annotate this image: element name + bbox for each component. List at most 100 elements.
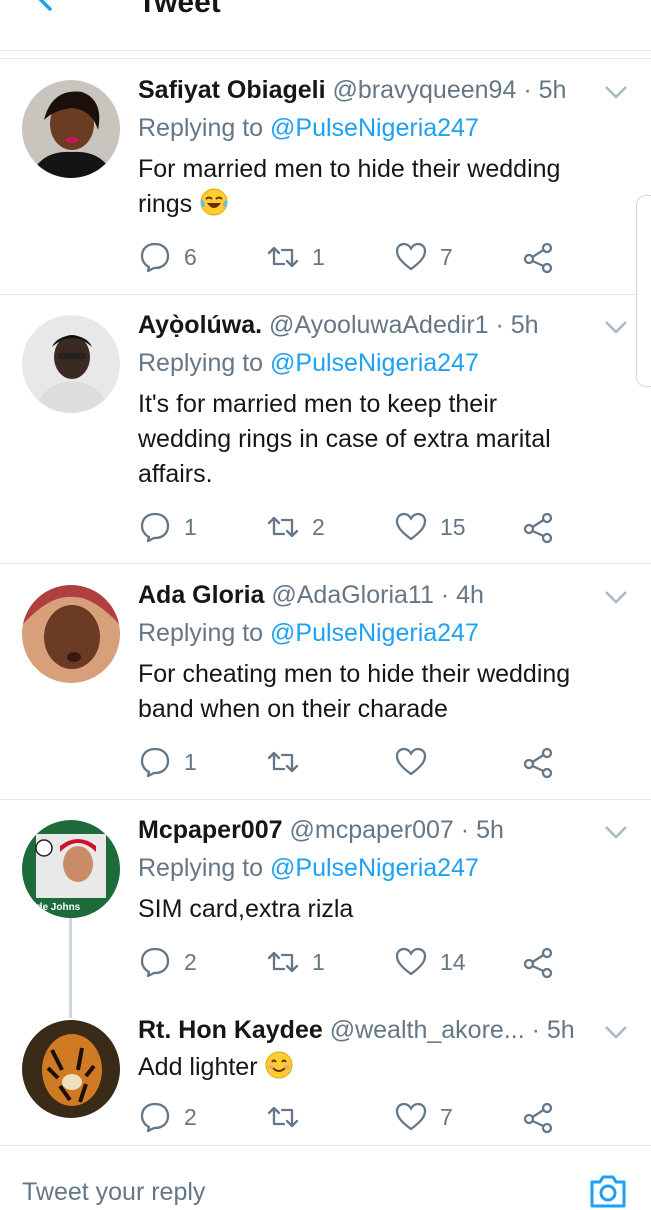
- tweet-actions: 2 7: [138, 1099, 618, 1135]
- reply-button[interactable]: 1: [138, 744, 197, 780]
- author-name[interactable]: Safiyat Obiageli: [138, 76, 326, 104]
- replying-to: Replying to @PulseNigeria247: [138, 619, 479, 648]
- retweet-icon: [267, 516, 299, 538]
- avatar[interactable]: [22, 585, 120, 683]
- like-button[interactable]: [394, 744, 440, 780]
- reply-button[interactable]: 2: [138, 1099, 197, 1135]
- share-icon: [523, 242, 553, 274]
- like-button[interactable]: 14: [394, 944, 466, 980]
- tweet-actions: 1: [138, 744, 618, 780]
- reply-button[interactable]: 1: [138, 509, 197, 545]
- author-name[interactable]: Mcpaper007: [138, 816, 283, 844]
- share-icon: [523, 512, 553, 544]
- like-count: 7: [440, 243, 453, 270]
- retweet-icon: [267, 1106, 299, 1128]
- tweet-text-line: For married men to hide their wedding: [138, 155, 561, 183]
- tweet-meta: Ada Gloria @AdaGloria11 · 4h: [138, 581, 484, 610]
- share-button[interactable]: [522, 239, 556, 275]
- mention-link[interactable]: @PulseNigeria247: [270, 349, 479, 377]
- mention-link[interactable]: @PulseNigeria247: [270, 854, 479, 882]
- author-handle[interactable]: @AyooluwaAdedir1: [269, 311, 489, 339]
- chevron-down-icon[interactable]: [603, 82, 629, 102]
- divider: [0, 563, 651, 564]
- like-count: 14: [440, 948, 466, 975]
- avatar[interactable]: [22, 315, 120, 413]
- author-name[interactable]: Ada Gloria: [138, 581, 264, 609]
- tweet-meta: Safiyat Obiageli @bravyqueen94 · 5h: [138, 76, 566, 105]
- replying-to: Replying to @PulseNigeria247: [138, 114, 479, 143]
- avatar[interactable]: [22, 80, 120, 178]
- share-icon: [523, 747, 553, 779]
- reply-bar: Tweet your reply: [0, 1145, 651, 1208]
- laughing-tears-emoji-icon: [200, 188, 228, 216]
- retweet-button[interactable]: [266, 744, 312, 780]
- timestamp: · 5h: [495, 311, 539, 339]
- retweet-count: 2: [312, 513, 325, 540]
- scrollbar-thumb[interactable]: [636, 195, 651, 387]
- share-button[interactable]: [522, 944, 556, 980]
- tweet-text: It's for married men to keep their weddi…: [138, 387, 628, 492]
- replying-label: Replying to: [138, 619, 264, 647]
- retweet-button[interactable]: 2: [266, 509, 325, 545]
- tweet-text: SIM card,extra rizla: [138, 892, 628, 927]
- tweet-text-line: For cheating men to hide their wedding: [138, 660, 571, 688]
- mention-link[interactable]: @PulseNigeria247: [270, 619, 479, 647]
- retweet-button[interactable]: 1: [266, 944, 325, 980]
- timestamp: · 4h: [440, 581, 484, 609]
- author-handle[interactable]: @bravyqueen94: [333, 76, 517, 104]
- tweet-text-line: It's for married men to keep their: [138, 390, 498, 418]
- camera-icon[interactable]: [588, 1170, 628, 1210]
- timestamp: · 5h: [531, 1016, 575, 1044]
- tweet-text-line: wedding rings in case of extra marital: [138, 425, 551, 453]
- chevron-down-icon[interactable]: [603, 317, 629, 337]
- tweet-reply[interactable]: lade Johns Mcpaper007 @mcpaper007 · 5h R…: [0, 800, 651, 1010]
- retweet-button[interactable]: [266, 1099, 312, 1135]
- reply-count: 6: [184, 243, 197, 270]
- tweet-reply[interactable]: Ayọ̀olúwa. @AyooluwaAdedir1 · 5h Replyin…: [0, 295, 651, 563]
- retweet-icon: [267, 751, 299, 773]
- back-arrow-icon[interactable]: [30, 0, 70, 12]
- reply-button[interactable]: 6: [138, 239, 197, 275]
- tweet-actions: 2 1 14: [138, 944, 618, 980]
- reply-count: 2: [184, 948, 197, 975]
- like-button[interactable]: 7: [394, 239, 453, 275]
- tweet-text-span: Add lighter: [138, 1053, 258, 1081]
- reply-icon: [140, 747, 170, 778]
- tweet-reply[interactable]: Rt. Hon Kaydee @wealth_akore... · 5h Add…: [0, 1000, 651, 1145]
- author-handle[interactable]: @AdaGloria11: [271, 581, 434, 609]
- like-button[interactable]: 15: [394, 509, 466, 545]
- tweet-meta: Mcpaper007 @mcpaper007 · 5h: [138, 816, 504, 845]
- share-icon: [523, 1102, 553, 1134]
- author-name[interactable]: Ayọ̀olúwa.: [138, 311, 262, 339]
- divider: [0, 58, 651, 59]
- tweet-text: For married men to hide their wedding ri…: [138, 152, 628, 222]
- reply-input[interactable]: Tweet your reply: [22, 1178, 205, 1207]
- tweet-text-line: SIM card,extra rizla: [138, 895, 354, 923]
- retweet-count: 1: [312, 948, 325, 975]
- tweet-reply[interactable]: Ada Gloria @AdaGloria11 · 4h Replying to…: [0, 565, 651, 799]
- reply-icon: [140, 947, 170, 978]
- chevron-down-icon[interactable]: [603, 587, 629, 607]
- share-button[interactable]: [522, 509, 556, 545]
- chevron-down-icon[interactable]: [603, 1022, 629, 1042]
- author-handle[interactable]: @wealth_akore...: [330, 1016, 525, 1044]
- reply-button[interactable]: 2: [138, 944, 197, 980]
- replying-to: Replying to @PulseNigeria247: [138, 349, 479, 378]
- author-handle[interactable]: @mcpaper007: [289, 816, 453, 844]
- avatar[interactable]: [22, 1020, 120, 1118]
- retweet-button[interactable]: 1: [266, 239, 325, 275]
- tweet-reply[interactable]: Safiyat Obiageli @bravyqueen94 · 5h Repl…: [0, 60, 651, 294]
- retweet-icon: [267, 246, 299, 268]
- tweet-text: Add lighter: [138, 1050, 628, 1085]
- like-button[interactable]: 7: [394, 1099, 453, 1135]
- replying-label: Replying to: [138, 114, 264, 142]
- timestamp: · 5h: [523, 76, 567, 104]
- share-button[interactable]: [522, 1099, 556, 1135]
- author-name[interactable]: Rt. Hon Kaydee: [138, 1016, 323, 1044]
- reply-count: 1: [184, 748, 197, 775]
- share-button[interactable]: [522, 744, 556, 780]
- avatar[interactable]: lade Johns: [22, 820, 120, 918]
- avatar-caption: lade Johns: [28, 902, 81, 913]
- mention-link[interactable]: @PulseNigeria247: [270, 114, 479, 142]
- chevron-down-icon[interactable]: [603, 822, 629, 842]
